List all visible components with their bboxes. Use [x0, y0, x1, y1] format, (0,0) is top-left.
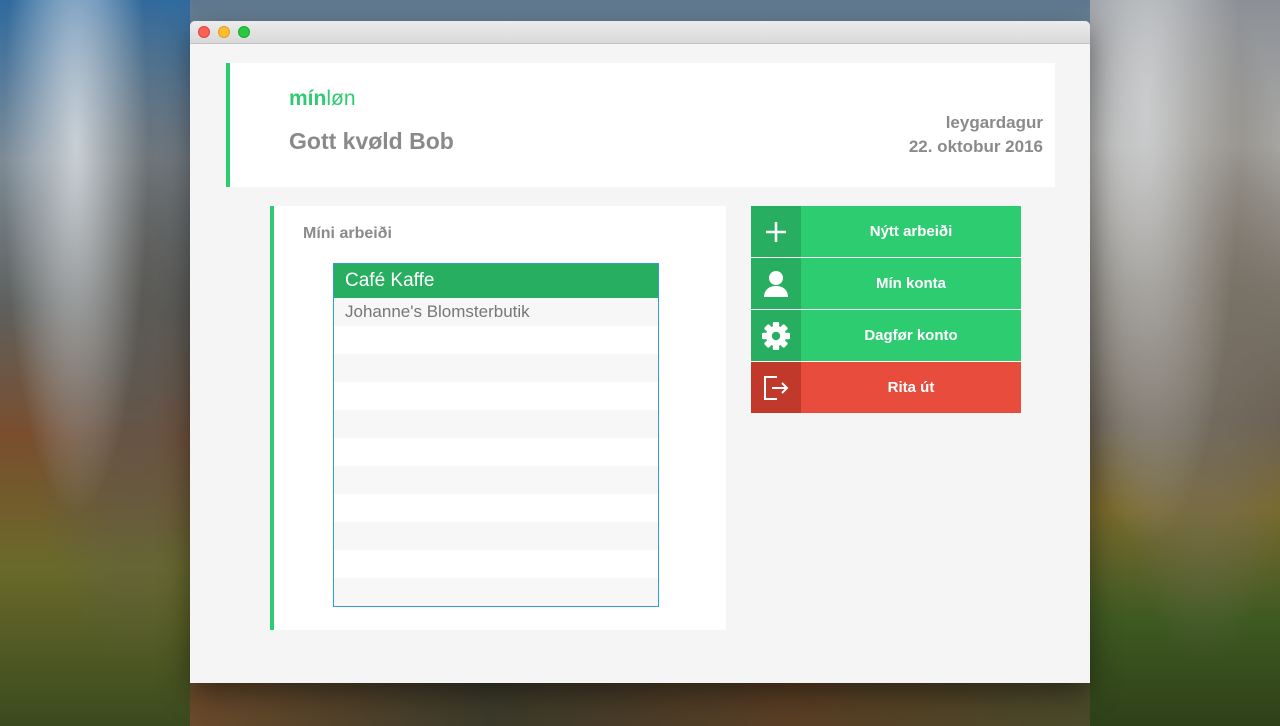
empty-list-row	[334, 354, 658, 382]
empty-list-row	[334, 382, 658, 410]
my-work-panel: Míni arbeiði Café Kaffe Johanne's Blomst…	[270, 206, 726, 630]
desktop-wallpaper-bottom	[190, 683, 1090, 726]
empty-list-row	[334, 550, 658, 578]
date-display: leygardagur 22. oktobur 2016	[909, 111, 1043, 159]
empty-list-row	[334, 578, 658, 606]
action-menu: Nýtt arbeiði Mín konta Dagfør konto Rita…	[751, 206, 1021, 414]
gear-icon	[751, 310, 801, 361]
my-work-title: Míni arbeiði	[303, 225, 392, 242]
desktop-wallpaper-left	[0, 0, 190, 726]
plus-icon	[751, 206, 801, 257]
logo-bold-part: mín	[289, 87, 327, 110]
desktop-wallpaper-right	[1090, 0, 1280, 726]
new-work-label: Nýtt arbeiði	[869, 223, 953, 240]
my-account-label: Mín konta	[876, 275, 946, 292]
logo-light-part: løn	[326, 87, 356, 110]
logout-label: Rita út	[887, 379, 935, 396]
work-list-item[interactable]: Café Kaffe	[334, 264, 658, 298]
user-icon	[751, 258, 801, 309]
app-logo: mínløn	[289, 87, 356, 111]
empty-list-row	[334, 410, 658, 438]
app-window: mínløn Gott kvøld Bob leygardagur 22. ok…	[190, 21, 1090, 683]
update-account-button[interactable]: Dagfør konto	[751, 310, 1021, 361]
empty-list-row	[334, 438, 658, 466]
empty-list-row	[334, 326, 658, 354]
empty-list-row	[334, 522, 658, 550]
work-list[interactable]: Café Kaffe Johanne's Blomsterbutik	[333, 263, 659, 607]
logout-button[interactable]: Rita út	[751, 362, 1021, 413]
update-account-label: Dagfør konto	[864, 327, 958, 344]
minimize-window-button[interactable]	[218, 26, 230, 38]
weekday-text: leygardagur	[945, 113, 1043, 132]
window-titlebar[interactable]	[190, 21, 1090, 44]
zoom-window-button[interactable]	[238, 26, 250, 38]
date-text: 22. oktobur 2016	[908, 137, 1043, 156]
new-work-button[interactable]: Nýtt arbeiði	[751, 206, 1021, 257]
close-window-button[interactable]	[198, 26, 210, 38]
empty-list-row	[334, 494, 658, 522]
my-account-button[interactable]: Mín konta	[751, 258, 1021, 309]
work-list-item[interactable]: Johanne's Blomsterbutik	[334, 298, 658, 326]
logout-icon	[751, 362, 801, 413]
greeting-text: Gott kvøld Bob	[289, 128, 454, 154]
header-panel: mínløn Gott kvøld Bob leygardagur 22. ok…	[226, 63, 1055, 187]
empty-list-row	[334, 466, 658, 494]
